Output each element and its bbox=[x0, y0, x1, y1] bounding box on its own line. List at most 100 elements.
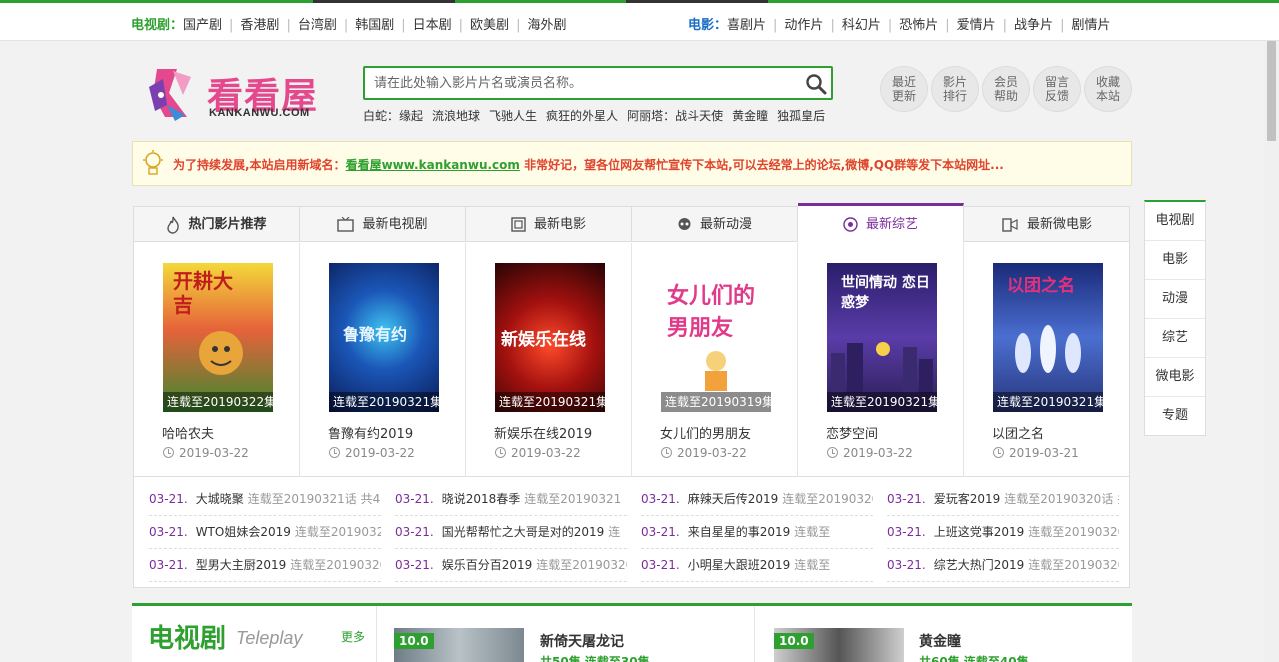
divider bbox=[376, 606, 377, 662]
episode-caption: 连载至20190319集 bbox=[661, 392, 771, 412]
list-item[interactable]: 03-21.WTO姐妹会2019连载至20190320 bbox=[149, 516, 381, 549]
nav-link[interactable]: 剧情片 bbox=[1071, 18, 1110, 33]
logo-domain: KANKANWU.COM bbox=[209, 107, 310, 119]
nav-link[interactable]: 韩国剧 bbox=[355, 18, 394, 33]
teleplay-info: 共50集 连载至30集 bbox=[540, 655, 650, 662]
ranking-button[interactable]: 影片 排行 bbox=[931, 66, 979, 112]
target-icon bbox=[843, 217, 858, 232]
list-item[interactable]: 03-21. 娱乐百分百2019 连载至20190320 bbox=[395, 549, 627, 582]
list-item[interactable]: 03-21. 型男大主厨2019 连载至20190320 bbox=[149, 549, 381, 582]
show-card: 女儿们的男朋友 连载至20190319集 女儿们的男朋友 2019-03-22 bbox=[632, 243, 798, 477]
search-box bbox=[363, 66, 833, 100]
nav-link[interactable]: 喜剧片 bbox=[727, 18, 766, 33]
tab-latest-variety[interactable]: 最新综艺 bbox=[798, 203, 964, 243]
list-item[interactable]: 03-21. 国光帮帮忙之大哥是对的2019 连 bbox=[395, 516, 627, 549]
score-badge: 10.0 bbox=[394, 633, 434, 649]
list-item[interactable]: 03-21. 小明星大跟班2019 连载至 bbox=[641, 549, 873, 582]
teleplay-name[interactable]: 新倚天屠龙记 bbox=[540, 631, 624, 651]
page-scrollbar[interactable] bbox=[1264, 41, 1279, 662]
tab-latest-tv[interactable]: 最新电视剧 bbox=[300, 207, 466, 242]
hot-word-link[interactable]: 黄金瞳 bbox=[732, 109, 768, 123]
hot-word-link[interactable]: 独孤皇后 bbox=[777, 109, 825, 123]
search-icon[interactable] bbox=[805, 73, 827, 95]
tab-latest-movie[interactable]: 最新电影 bbox=[466, 207, 632, 242]
show-title[interactable]: 女儿们的男朋友 bbox=[660, 423, 751, 442]
list-item[interactable]: 03-21. 晓说2018春季 连载至20190321 bbox=[395, 483, 627, 516]
show-poster[interactable]: 开耕大吉 连载至20190322集 bbox=[163, 263, 273, 412]
more-link[interactable]: 更多 bbox=[341, 628, 365, 645]
list-item[interactable]: 03-21. 大城晓聚 连载至20190321话 共40 bbox=[149, 483, 381, 516]
lightbulb-icon bbox=[143, 150, 163, 175]
hot-word-link[interactable]: 疯狂的外星人 bbox=[546, 109, 618, 123]
section-title: 电视剧 bbox=[148, 624, 227, 654]
teleplay-thumbnail[interactable]: 10.0 bbox=[394, 628, 524, 662]
side-nav-movie[interactable]: 电影 bbox=[1145, 241, 1205, 280]
side-nav-tv[interactable]: 电视剧 bbox=[1145, 202, 1205, 241]
list-item[interactable]: 03-21. 爱玩客2019 连载至20190320话 共 bbox=[887, 483, 1119, 516]
nav-link[interactable]: 恐怖片 bbox=[899, 18, 938, 33]
list-item[interactable]: 03-21. 麻辣天后传2019 连载至20190320 bbox=[641, 483, 873, 516]
nav-link[interactable]: 国产剧 bbox=[183, 18, 222, 33]
site-logo[interactable]: 看看屋 KANKANWU.COM bbox=[143, 63, 333, 127]
side-nav-topic[interactable]: 专题 bbox=[1145, 397, 1205, 436]
latest-content-panel: 热门影片推荐 最新电视剧 最新电影 最新动漫 最新综艺 最新微电影 开耕大吉 连… bbox=[133, 203, 1130, 588]
top-nav-bar: 电视剧：国产剧 | 香港剧 | 台湾剧 | 韩国剧 | 日本剧 | 欧美剧 | 海外剧 电影：喜剧片 | 动… bbox=[0, 0, 1279, 41]
show-title[interactable]: 恋梦空间 bbox=[826, 423, 878, 442]
show-card: 世间情动 恋日惑梦 连载至20190321集 恋梦空间 2019-03-22 bbox=[798, 243, 964, 477]
new-domain-link[interactable]: 看看屋www.kankanwu.com bbox=[346, 158, 520, 172]
list-item[interactable]: 03-21. 上班这党事2019 连载至20190320 bbox=[887, 516, 1119, 549]
divider bbox=[754, 606, 755, 662]
episode-caption: 连载至20190321集 bbox=[993, 392, 1103, 412]
nav-link[interactable]: 欧美剧 bbox=[470, 18, 509, 33]
show-title[interactable]: 鲁豫有约2019 bbox=[328, 423, 413, 442]
show-title[interactable]: 哈哈农夫 bbox=[162, 423, 214, 442]
member-help-button[interactable]: 会员 帮助 bbox=[982, 66, 1030, 112]
nav-link[interactable]: 战争片 bbox=[1014, 18, 1053, 33]
clock-icon bbox=[329, 447, 340, 458]
side-nav-anime[interactable]: 动漫 bbox=[1145, 280, 1205, 319]
search-input[interactable] bbox=[365, 68, 795, 98]
clock-icon bbox=[661, 447, 672, 458]
hot-word-link[interactable]: 流浪地球 bbox=[432, 109, 480, 123]
list-item[interactable]: 03-21. 综艺大热门2019 连载至20190320 bbox=[887, 549, 1119, 582]
movie-nav-label: 电影： bbox=[688, 18, 728, 33]
flame-icon bbox=[167, 216, 180, 234]
hot-word-link[interactable]: 白蛇：缘起 bbox=[363, 109, 423, 123]
nav-link[interactable]: 日本剧 bbox=[413, 18, 452, 33]
clock-icon bbox=[495, 447, 506, 458]
bookmark-button[interactable]: 收藏 本站 bbox=[1084, 66, 1132, 112]
episode-caption: 连载至20190321集 bbox=[329, 392, 439, 412]
tab-latest-anime[interactable]: 最新动漫 bbox=[632, 207, 798, 242]
feedback-button[interactable]: 留言 反馈 bbox=[1033, 66, 1081, 112]
nav-link[interactable]: 台湾剧 bbox=[298, 18, 337, 33]
hot-word-link[interactable]: 阿丽塔：战斗天使 bbox=[627, 109, 723, 123]
top-accent-strip bbox=[626, 0, 768, 3]
show-card: 鲁豫有约 连载至20190321集 鲁豫有约2019 2019-03-22 bbox=[300, 243, 466, 477]
tab-hot-recommend[interactable]: 热门影片推荐 bbox=[134, 207, 300, 242]
side-nav-variety[interactable]: 综艺 bbox=[1145, 319, 1205, 358]
show-card: 新娱乐在线 连载至20190321集 新娱乐在线2019 2019-03-22 bbox=[466, 243, 632, 477]
teleplay-name[interactable]: 黄金瞳 bbox=[919, 631, 961, 651]
show-poster[interactable]: 以团之名 连载至20190321集 bbox=[993, 263, 1103, 412]
recent-update-button[interactable]: 最近 更新 bbox=[880, 66, 928, 112]
side-nav-micro-film[interactable]: 微电影 bbox=[1145, 358, 1205, 397]
nav-link[interactable]: 科幻片 bbox=[842, 18, 881, 33]
scrollbar-thumb[interactable] bbox=[1267, 41, 1276, 141]
show-poster[interactable]: 世间情动 恋日惑梦 连载至20190321集 bbox=[827, 263, 937, 412]
episode-caption: 连载至20190321集 bbox=[495, 392, 605, 412]
show-poster[interactable]: 鲁豫有约 连载至20190321集 bbox=[329, 263, 439, 412]
show-poster[interactable]: 女儿们的男朋友 连载至20190319集 bbox=[661, 263, 771, 412]
nav-link[interactable]: 香港剧 bbox=[240, 18, 279, 33]
nav-link[interactable]: 爱情片 bbox=[957, 18, 996, 33]
nav-link[interactable]: 动作片 bbox=[784, 18, 823, 33]
list-item[interactable]: 03-21. 来自星星的事2019 连载至 bbox=[641, 516, 873, 549]
teleplay-thumbnail[interactable]: 10.0 bbox=[774, 628, 904, 662]
show-title[interactable]: 新娱乐在线2019 bbox=[494, 423, 592, 442]
tab-latest-micro-film[interactable]: 最新微电影 bbox=[964, 207, 1130, 242]
show-title[interactable]: 以团之名 bbox=[992, 423, 1044, 442]
nav-link[interactable]: 海外剧 bbox=[527, 18, 566, 33]
poster-art-image bbox=[831, 342, 933, 393]
show-poster[interactable]: 新娱乐在线 连载至20190321集 bbox=[495, 263, 605, 412]
hot-word-link[interactable]: 飞驰人生 bbox=[489, 109, 537, 123]
show-card: 开耕大吉 连载至20190322集 哈哈农夫 2019-03-22 bbox=[134, 243, 300, 477]
